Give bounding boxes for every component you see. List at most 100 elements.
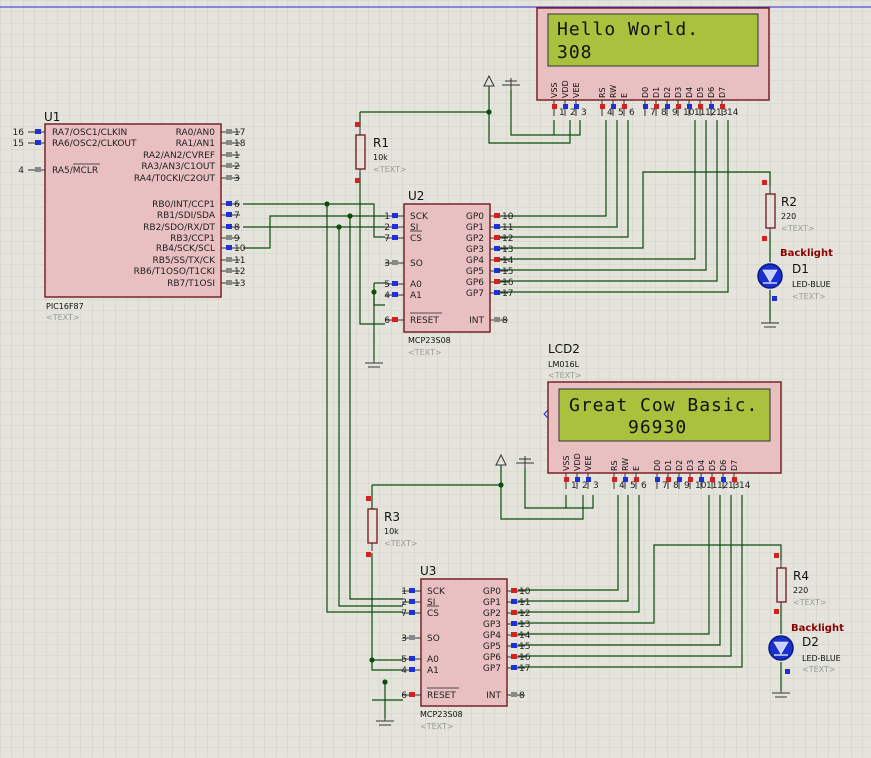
u1-part: PIC16F87	[46, 302, 84, 311]
u1-pin-name: RA6/OSC2/CLKOUT	[52, 139, 137, 149]
u1-pin-name: RA5/MCLR	[52, 166, 98, 176]
u1-pin-number: 3	[234, 174, 240, 184]
lcd1-pin-number: 1	[559, 108, 565, 118]
u1-pin-number: 11	[234, 256, 245, 266]
u2-pin-name: GP7	[466, 289, 484, 299]
u3-pin-number: 10	[519, 587, 531, 597]
r1-text-placeholder: <TEXT>	[373, 165, 407, 174]
lcd2-pin-name: D7	[730, 460, 739, 471]
r2-value: 220	[781, 212, 796, 221]
u1-pin-number: 7	[234, 211, 240, 221]
lcd1-pin-number: 8	[661, 108, 667, 118]
u1-pin-18[interactable]: 18 RA1/AN1	[176, 139, 246, 149]
lcd2-text-placeholder: <TEXT>	[548, 371, 582, 380]
u2-pin-name: GP4	[466, 256, 484, 266]
u1-text-placeholder: <TEXT>	[46, 313, 80, 322]
lcd1-pin-name: D4	[685, 87, 694, 98]
lcd1-pin-number: 7	[650, 108, 656, 118]
lcd2-pin-number: 1	[571, 481, 577, 491]
lcd2-pin-number: 4	[619, 481, 625, 491]
u3-pin-name: A1	[427, 666, 439, 676]
lcd1-pin-name: E	[620, 93, 629, 98]
lcd2-pin-name: RW	[621, 458, 630, 471]
u3-pin-number: 2	[401, 598, 407, 608]
u3-pin-name: GP3	[483, 620, 501, 630]
u3-pin-number: 4	[401, 666, 407, 676]
u2-pin-number: 2	[384, 223, 390, 233]
d1-ref: D1	[792, 262, 809, 276]
lcd2-pin-number: 3	[593, 481, 599, 491]
lcd2-pin-name: D1	[664, 460, 673, 471]
r4-value: 220	[793, 586, 808, 595]
lcd1-pin-number: 9	[672, 108, 678, 118]
lcd2-pin-name: E	[632, 466, 641, 471]
lcd2-pin-name: RS	[610, 460, 619, 471]
u3-pin-number: 5	[401, 655, 407, 665]
u2-pin-name: GP0	[466, 212, 484, 222]
d2-label: Backlight	[791, 623, 844, 634]
u2-part: MCP23S08	[408, 336, 451, 345]
lcd1-pin-name: D1	[652, 87, 661, 98]
u2-pin-number: 1	[384, 212, 390, 222]
d2-ref: D2	[802, 635, 819, 649]
u3-pin-name: GP0	[483, 587, 501, 597]
u3-pin-number: 11	[519, 598, 530, 608]
u3-pin-name: SO	[427, 634, 440, 644]
u1-pin-number: 18	[234, 139, 246, 149]
r1-ref: R1	[373, 136, 389, 150]
u2-pin-name: A0	[410, 280, 422, 290]
lcd1-pin-name: D2	[663, 87, 672, 98]
u2-pin-name: CS	[410, 234, 422, 244]
lcd1-pin-name: VEE	[572, 82, 581, 98]
r1-value: 10k	[373, 153, 388, 162]
u3-pin-number: 8	[519, 691, 525, 701]
pic-microcontroller-u1[interactable]: U1 PIC16F87 <TEXT> 16 RA7/OSC1/CLKIN15 RA6…	[13, 110, 246, 322]
u3-pin-number: 1	[401, 587, 407, 597]
lcd1-pin-number: 5	[618, 108, 624, 118]
lcd1-line1: Hello World.	[557, 19, 699, 40]
u2-pin-number: 7	[384, 234, 390, 244]
u1-pin-name: RB4/SCK/SCL	[156, 244, 215, 254]
u3-pin-name: SI	[427, 598, 435, 608]
r3-value: 10k	[384, 527, 399, 536]
u1-pin-13[interactable]: 13 RB7/T1OSI	[167, 279, 245, 289]
u3-pin-name: GP2	[483, 609, 501, 619]
lcd1-pin-number: 2	[570, 108, 576, 118]
lcd2-pin-name: VDD	[573, 453, 582, 471]
lcd2-pin-number: 14	[739, 481, 751, 491]
lcd1-pin-number: 6	[629, 108, 635, 118]
lcd2-pin-name: D4	[697, 460, 706, 471]
u3-pin-number: 14	[519, 631, 531, 641]
u1-pin-number: 4	[18, 166, 24, 176]
u1-pin-name: RB1/SDI/SDA	[157, 211, 216, 221]
r3-ref: R3	[384, 510, 400, 524]
r2-text-placeholder: <TEXT>	[781, 224, 815, 233]
u1-pin-name: RB5/SS/TX/CK	[152, 256, 216, 266]
u1-ref: U1	[44, 110, 60, 124]
u2-pin-name: SO	[410, 259, 423, 269]
u2-pin-name: RESET	[410, 316, 439, 326]
u3-pin-name: GP7	[483, 664, 501, 674]
u3-pin-name: GP4	[483, 631, 501, 641]
u3-pin-number: 13	[519, 620, 530, 630]
r4-text-placeholder: <TEXT>	[793, 598, 827, 607]
u1-pin-name: RA4/T0CKI/C2OUT	[134, 174, 216, 184]
u2-pin-name: GP3	[466, 245, 484, 255]
u3-pin-name: CS	[427, 609, 439, 619]
u3-pin-name: GP6	[483, 653, 501, 663]
lcd1-pin-name: D3	[674, 87, 683, 98]
u2-pin-number: 13	[502, 245, 513, 255]
u3-pin-name: SCK	[427, 587, 446, 597]
u2-pin-name: GP5	[466, 267, 484, 277]
lcd2-pin-name: VSS	[562, 455, 571, 471]
d1-part: LED-BLUE	[792, 280, 831, 289]
u3-part: MCP23S08	[420, 710, 463, 719]
u1-pin-name: RA2/AN2/CVREF	[143, 151, 215, 161]
lcd2-ref: LCD2	[548, 342, 580, 356]
lcd2-pin-number: 6	[641, 481, 647, 491]
u1-pin-name: RB2/SDO/RX/DT	[143, 223, 215, 233]
lcd1-pin-name: VSS	[550, 82, 559, 98]
u2-pin-number: 17	[502, 289, 513, 299]
u1-pin-number: 1	[234, 151, 240, 161]
u1-pin-17[interactable]: 17 RA0/AN0	[176, 128, 246, 138]
